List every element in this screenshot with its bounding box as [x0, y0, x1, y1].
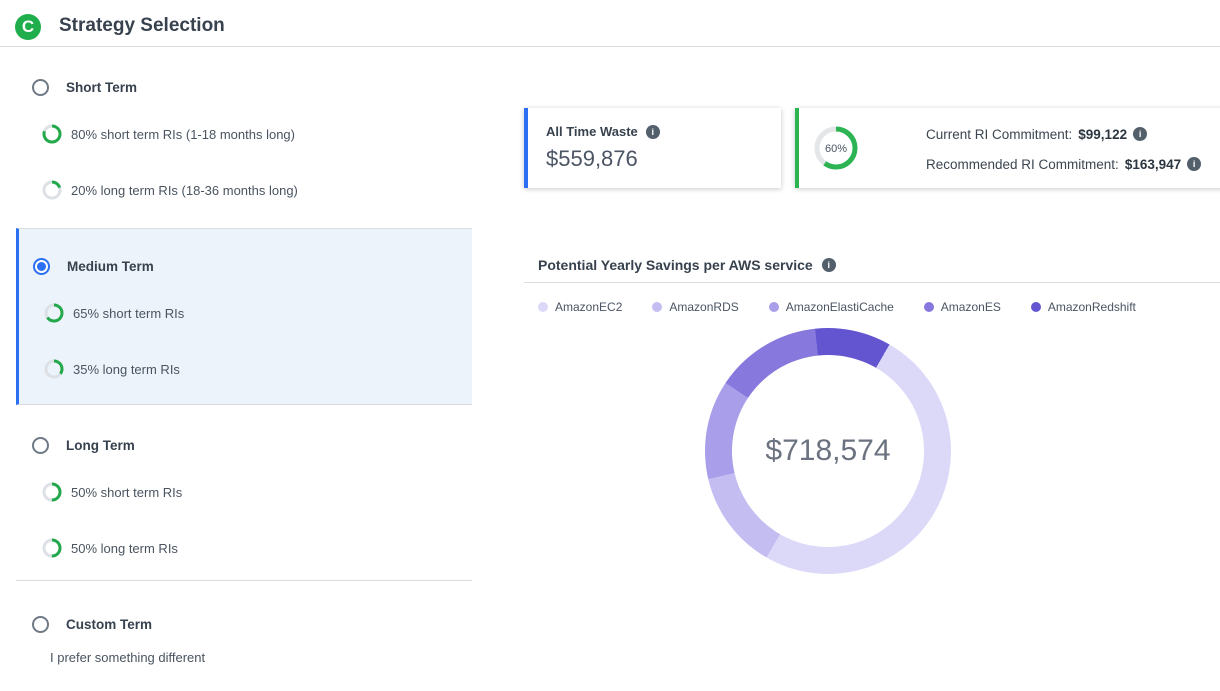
- strategy-detail-row: 20% long term RIs (18-36 months long): [42, 180, 298, 200]
- legend-item[interactable]: AmazonES: [924, 300, 1001, 314]
- ri-commitment-card: 60% Current RI Commitment: $99,122 Recom…: [795, 108, 1220, 188]
- strategy-detail-row: 35% long term RIs: [44, 359, 180, 379]
- section-divider: [16, 580, 472, 581]
- header-divider: [0, 46, 1220, 47]
- legend-dot-icon: [1031, 302, 1041, 312]
- strategy-label: Medium Term: [67, 259, 154, 274]
- radio-custom-term[interactable]: [32, 616, 49, 633]
- legend-dot-icon: [924, 302, 934, 312]
- strategy-detail-label: 65% short term RIs: [73, 306, 184, 321]
- strategy-detail-row: 80% short term RIs (1-18 months long): [42, 124, 295, 144]
- current-ri-commitment-label: Current RI Commitment:: [926, 127, 1072, 142]
- chart-title: Potential Yearly Savings per AWS service: [538, 257, 813, 273]
- waste-card-value: $559,876: [546, 146, 638, 172]
- info-icon[interactable]: [1133, 127, 1147, 141]
- strategy-detail-label: 80% short term RIs (1-18 months long): [71, 127, 295, 142]
- progress-ring-icon: [42, 482, 62, 502]
- strategy-option-custom-term[interactable]: Custom Term: [32, 614, 152, 634]
- radio-short-term[interactable]: [32, 79, 49, 96]
- legend-label: AmazonES: [941, 300, 1001, 314]
- gauge-value: 60%: [825, 143, 847, 155]
- all-time-waste-card: All Time Waste $559,876: [524, 108, 781, 188]
- info-icon[interactable]: [1187, 157, 1201, 171]
- waste-card-title: All Time Waste: [546, 124, 638, 139]
- legend-item[interactable]: AmazonRedshift: [1031, 300, 1136, 314]
- chart-divider: [524, 282, 1220, 283]
- strategy-detail-label: 35% long term RIs: [73, 362, 180, 377]
- savings-donut-chart[interactable]: $718,574: [705, 328, 951, 574]
- recommended-ri-commitment-row: Recommended RI Commitment: $163,947: [926, 154, 1201, 174]
- radio-medium-term[interactable]: [33, 258, 50, 275]
- legend-item[interactable]: AmazonElastiCache: [769, 300, 894, 314]
- custom-term-description: I prefer something different: [50, 650, 205, 665]
- legend-dot-icon: [538, 302, 548, 312]
- strategy-detail-row: 65% short term RIs: [44, 303, 184, 323]
- legend-label: AmazonEC2: [555, 300, 622, 314]
- strategy-selection-page: C Strategy Selection Short Term 80% shor…: [0, 0, 1220, 691]
- strategy-detail-label: 50% long term RIs: [71, 541, 178, 556]
- current-ri-commitment-value: $99,122: [1078, 127, 1127, 142]
- app-logo-icon: C: [15, 14, 41, 40]
- legend-dot-icon: [652, 302, 662, 312]
- legend-dot-icon: [769, 302, 779, 312]
- current-ri-commitment-row: Current RI Commitment: $99,122: [926, 124, 1201, 144]
- info-icon[interactable]: [822, 258, 836, 272]
- strategy-detail-label: 50% short term RIs: [71, 485, 182, 500]
- donut-center-total: $718,574: [765, 434, 890, 468]
- strategy-option-medium-term[interactable]: Medium Term: [33, 256, 154, 276]
- progress-ring-icon: [42, 180, 62, 200]
- chart-legend: AmazonEC2 AmazonRDS AmazonElastiCache Amazo…: [538, 300, 1136, 314]
- strategy-label: Custom Term: [66, 617, 152, 632]
- progress-ring-icon: [44, 359, 64, 379]
- radio-long-term[interactable]: [32, 437, 49, 454]
- page-title: Strategy Selection: [59, 15, 225, 37]
- strategy-detail-row: 50% short term RIs: [42, 482, 182, 502]
- strategy-option-short-term[interactable]: Short Term: [32, 77, 137, 97]
- progress-ring-icon: [42, 538, 62, 558]
- legend-item[interactable]: AmazonRDS: [652, 300, 738, 314]
- legend-item[interactable]: AmazonEC2: [538, 300, 622, 314]
- strategy-label: Short Term: [66, 80, 137, 95]
- donut-hole: $718,574: [732, 355, 924, 547]
- legend-label: AmazonRDS: [669, 300, 738, 314]
- legend-label: AmazonRedshift: [1048, 300, 1136, 314]
- recommended-ri-commitment-value: $163,947: [1125, 157, 1181, 172]
- progress-ring-icon: [42, 124, 62, 144]
- legend-label: AmazonElastiCache: [786, 300, 894, 314]
- ri-commitment-gauge-icon: 60%: [811, 123, 861, 173]
- strategy-detail-label: 20% long term RIs (18-36 months long): [71, 183, 298, 198]
- strategy-detail-row: 50% long term RIs: [42, 538, 178, 558]
- info-icon[interactable]: [646, 125, 660, 139]
- progress-ring-icon: [44, 303, 64, 323]
- recommended-ri-commitment-label: Recommended RI Commitment:: [926, 157, 1119, 172]
- strategy-option-long-term[interactable]: Long Term: [32, 435, 135, 455]
- strategy-label: Long Term: [66, 438, 135, 453]
